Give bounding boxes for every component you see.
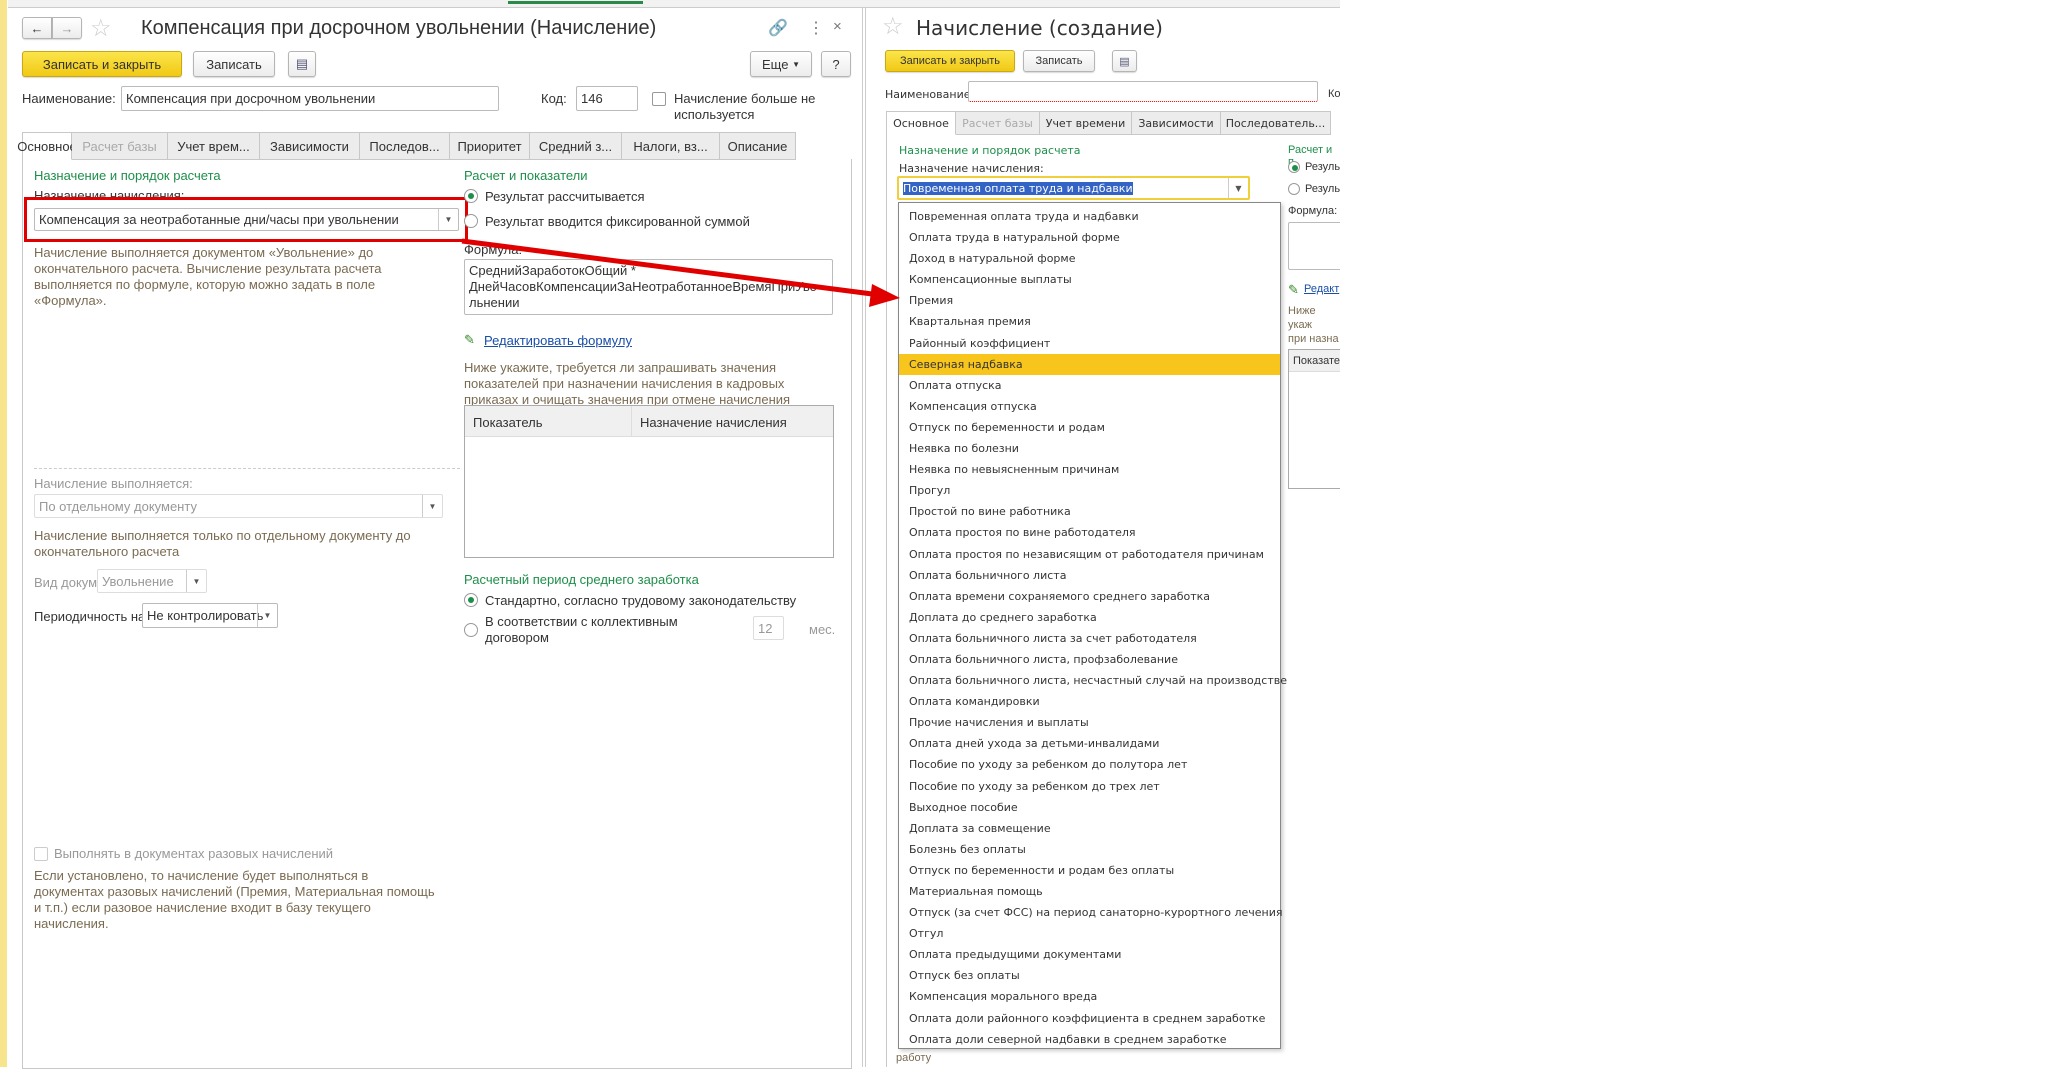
red-arrow (461, 238, 900, 307)
arrow-line (461, 238, 881, 298)
arrow-head (869, 284, 900, 307)
